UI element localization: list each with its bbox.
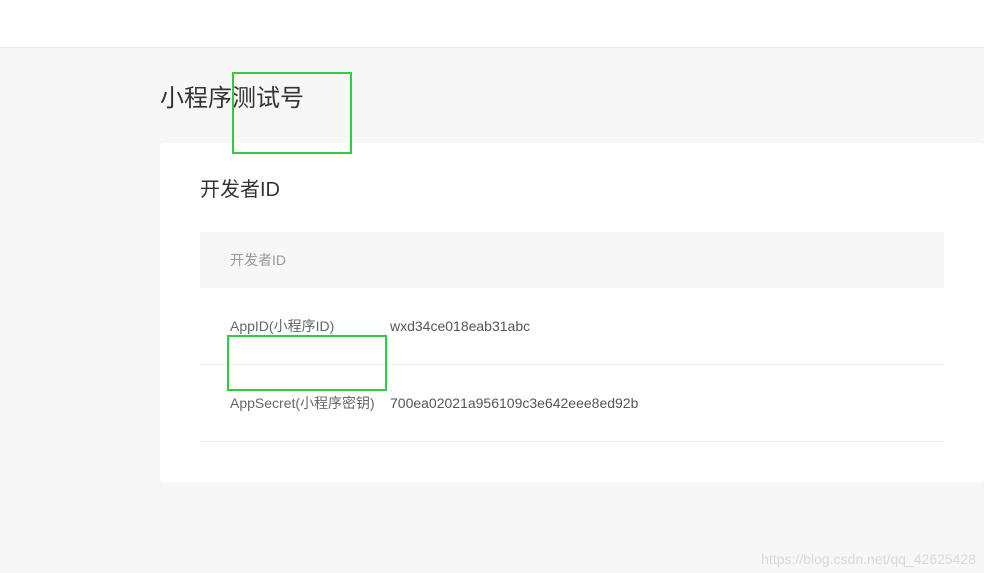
content-area: 小程序测试号 开发者ID 开发者ID AppID(小程序ID) wxd34ce0…: [0, 48, 984, 482]
table-header-label: 开发者ID: [230, 252, 286, 268]
watermark: https://blog.csdn.net/qq_42625428: [761, 551, 976, 567]
appsecret-value: 700ea02021a956109c3e642eee8ed92b: [390, 395, 638, 411]
appid-label: AppID(小程序ID): [230, 316, 390, 336]
table-row: AppID(小程序ID) wxd34ce018eab31abc: [200, 288, 944, 365]
top-bar: [0, 0, 984, 48]
appsecret-label: AppSecret(小程序密钥): [230, 393, 390, 413]
page-title: 小程序测试号: [0, 48, 984, 143]
table-header: 开发者ID: [200, 232, 944, 288]
developer-id-card: 开发者ID 开发者ID AppID(小程序ID) wxd34ce018eab31…: [160, 143, 984, 482]
table-row: AppSecret(小程序密钥) 700ea02021a956109c3e642…: [200, 365, 944, 442]
developer-id-table: 开发者ID AppID(小程序ID) wxd34ce018eab31abc Ap…: [200, 232, 944, 442]
section-title: 开发者ID: [200, 173, 944, 202]
appid-value: wxd34ce018eab31abc: [390, 318, 530, 334]
